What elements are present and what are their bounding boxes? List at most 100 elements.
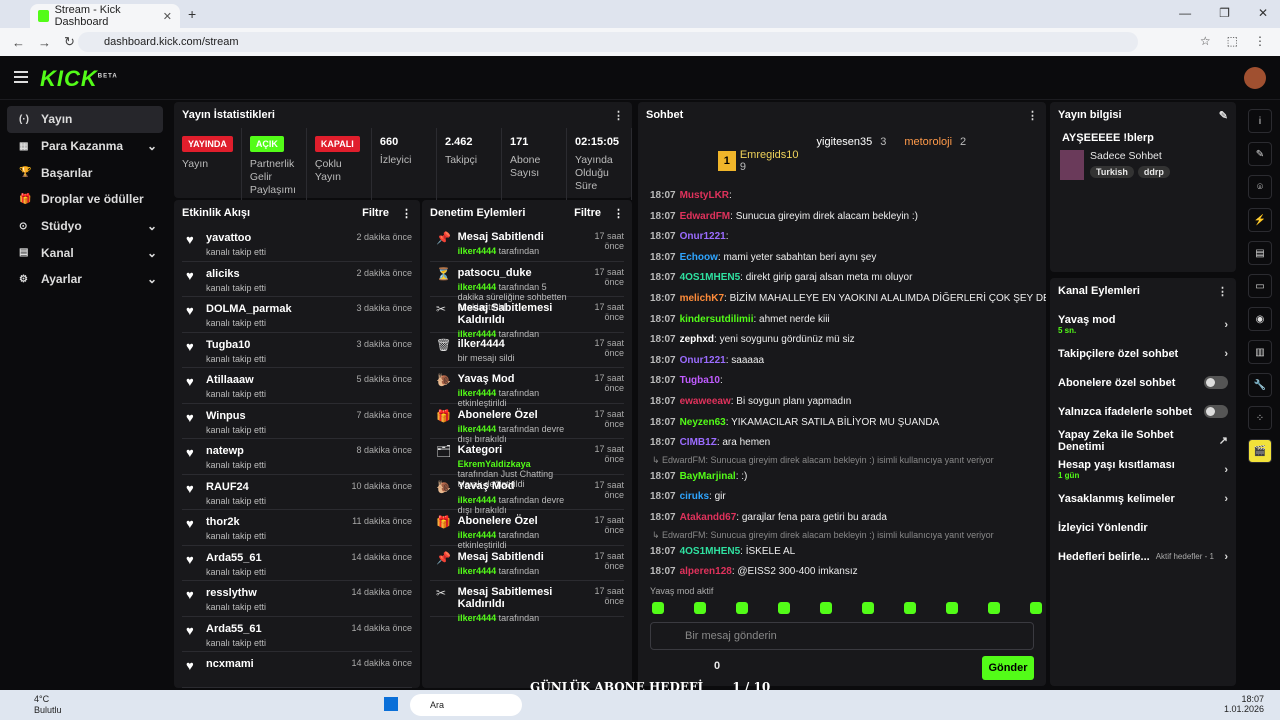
stats-menu-icon[interactable]: ⋮ [613,109,624,122]
gifter-name[interactable]: yigitesen35 [817,136,873,148]
chat-username[interactable]: alperen128 [680,566,732,577]
chat-username[interactable]: melichK7 [680,293,724,304]
chat-username[interactable]: ciruks [680,491,709,502]
taskbar-search[interactable]: Ara [410,694,522,716]
channel-action-yaln-zca-ifadelerle-sohbet[interactable]: Yalnızca ifadelerle sohbet [1050,397,1236,426]
feed-user[interactable]: ncxmami [206,658,254,670]
feed-user[interactable]: natewp [206,445,266,457]
emote-icon[interactable] [862,602,874,614]
tag-chip[interactable]: Turkish [1090,166,1134,178]
document-icon[interactable]: ▤ [1248,241,1272,265]
chat-username[interactable]: BayMarjinal [680,471,736,482]
mod-user[interactable]: ilker4444 [458,613,497,623]
chat-message-input[interactable]: Bir mesaj gönderin [650,622,1034,650]
browser-menu-icon[interactable]: ⋮ [1254,34,1266,48]
feed-user[interactable]: yavattoo [206,232,266,244]
channel-action-yasaklanm-kelimeler[interactable]: Yasaklanmış kelimeler › [1050,484,1236,513]
chat-username[interactable]: 4OS1MHEN5 [680,546,741,557]
gifter-name[interactable]: Emregids10 [740,149,799,161]
emote-icon[interactable] [820,602,832,614]
channel-action-yapay-zeka-ile-sohbet-denetimi[interactable]: Yapay Zeka ile Sohbet Denetimi ↗ [1050,426,1236,455]
chat-username[interactable]: EdwardFM [680,211,731,222]
emote-icon[interactable] [778,602,790,614]
chat-username[interactable]: kindersutdilimii [680,314,754,325]
emote-icon[interactable] [1030,602,1042,614]
close-window-icon[interactable]: ✕ [1258,6,1268,20]
clapper-icon[interactable]: 🎬 [1248,439,1272,463]
channel-action-hesap-ya-k-s-tlamas-[interactable]: Hesap yaşı kısıtlaması 1 gün › [1050,455,1236,484]
url-field[interactable]: dashboard.kick.com/stream [78,32,1138,52]
chat-username[interactable]: ewaweeaw [680,396,731,407]
gifter-name[interactable]: metoroloji [904,136,952,148]
chat-username[interactable]: Onur1221 [680,355,726,366]
feed-user[interactable]: Winpus [206,410,266,422]
mod-user[interactable]: ilker4444 [458,530,497,540]
broadcast-icon[interactable]: ◉ [1248,307,1272,331]
feed-user[interactable]: Tugba10 [206,339,266,351]
chat-username[interactable]: 4OS1MHEN5 [680,272,741,283]
mod-user[interactable]: ilker4444 [458,495,497,505]
chat-username[interactable]: Tugba10 [680,375,720,386]
layout-icon[interactable]: ▥ [1248,340,1272,364]
actions-menu-icon[interactable]: ⋮ [1217,285,1228,298]
activity-filter-button[interactable]: Filtre [362,207,389,219]
screenshot-icon[interactable]: ⌾ [1248,175,1272,199]
reload-icon[interactable]: ↻ [64,34,78,50]
chat-username[interactable]: Onur1221 [680,231,726,242]
feed-user[interactable]: DOLMA_parmak [206,303,292,315]
channel-action-hedefleri-belirle-[interactable]: Hedefleri belirle... Aktif hedefler - 1 › [1050,542,1236,571]
chat-username[interactable]: Atakandd67 [680,512,737,523]
info-edit-icon[interactable]: ✎ [1219,109,1228,122]
sidebar-item[interactable]: (·) Yayın [7,106,163,133]
mod-user[interactable]: EkremYaldizkaya [458,459,531,469]
feed-user[interactable]: Atillaaaw [206,374,266,386]
feed-user[interactable]: thor2k [206,516,266,528]
feed-user[interactable]: Arda55_61 [206,623,266,635]
lightning-icon[interactable]: ⚡ [1248,208,1272,232]
bookmark-star-icon[interactable]: ☆ [1200,34,1211,48]
chat-username[interactable]: zephxd [680,334,714,345]
sidebar-item[interactable]: ⚙ Ayarlar ⌄ [7,266,163,293]
mod-user[interactable]: ilker4444 [458,282,497,292]
wrench-icon[interactable]: 🔧 [1248,373,1272,397]
send-button[interactable]: Gönder [982,656,1034,680]
channel-action-abonelere-zel-sohbet[interactable]: Abonelere özel sohbet [1050,368,1236,397]
chat-username[interactable]: CIMB1Z [680,437,717,448]
browser-tab[interactable]: Stream - Kick Dashboard ✕ [30,4,180,28]
feed-user[interactable]: resslythw [206,587,266,599]
mod-user[interactable]: ilker4444 [458,566,497,576]
mod-user[interactable]: ilker4444 [458,388,497,398]
sidebar-item[interactable]: 🎁 Droplar ve ödüller [7,186,163,213]
tag-chip[interactable]: ddrp [1137,166,1170,178]
channel-action-yava-mod[interactable]: Yavaş mod 5 sn. › [1050,310,1236,339]
kick-logo[interactable]: KICKBETA [40,66,118,92]
emote-icon[interactable] [736,602,748,614]
emote-icon[interactable] [946,602,958,614]
sidebar-item[interactable]: ⊙ Stüdyo ⌄ [7,213,163,240]
feed-user[interactable]: Arda55_61 [206,552,266,564]
back-icon[interactable]: ← [12,35,26,50]
moderation-menu-icon[interactable]: ⋮ [613,207,624,220]
windows-start-icon[interactable] [384,697,398,711]
sidebar-item[interactable]: ▦ Para Kazanma ⌄ [7,133,163,160]
toggle-switch[interactable] [1204,376,1228,389]
activity-menu-icon[interactable]: ⋮ [401,207,412,220]
channel-action-takip-ilere-zel-sohbet[interactable]: Takipçilere özel sohbet › [1050,339,1236,368]
hamburger-menu-icon[interactable] [14,71,28,83]
minimize-icon[interactable]: — [1179,6,1191,20]
sidebar-item[interactable]: ▤ Kanal ⌄ [7,239,163,266]
emote-icon[interactable] [904,602,916,614]
dots-icon[interactable]: ⁘ [1248,406,1272,430]
info-icon[interactable]: i [1248,109,1272,133]
channel-action-i-zleyici-y-nlendir[interactable]: İzleyici Yönlendir [1050,513,1236,542]
chat-username[interactable]: Neyzen63 [680,417,726,428]
pencil-icon[interactable]: ✎ [1248,142,1272,166]
feed-user[interactable]: RAUF24 [206,481,266,493]
feed-user[interactable]: aliciks [206,268,266,280]
forward-icon[interactable]: → [38,35,52,50]
chat-menu-icon[interactable]: ⋮ [1027,109,1038,122]
close-tab-icon[interactable]: ✕ [163,10,172,23]
toggle-switch[interactable] [1204,405,1228,418]
mod-user[interactable]: ilker4444 [458,246,497,256]
sidebar-item[interactable]: 🏆 Başarılar [7,159,163,186]
